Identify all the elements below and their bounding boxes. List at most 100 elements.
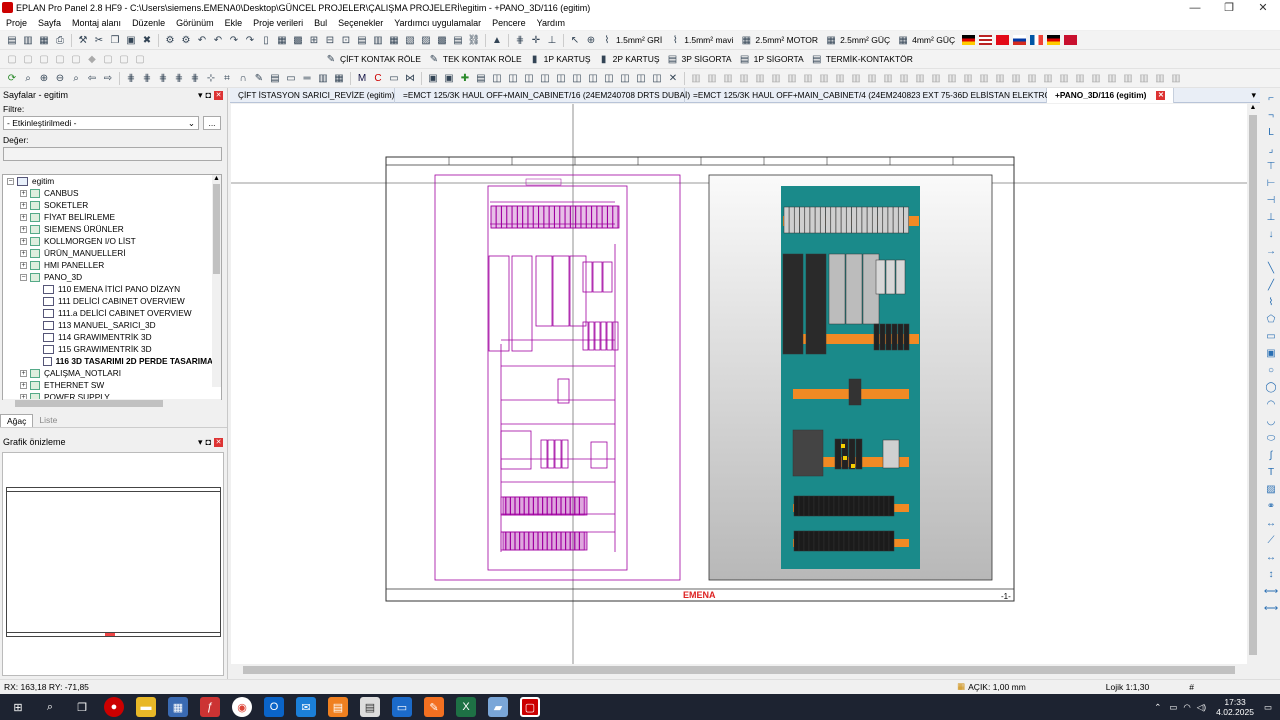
tag2-icon[interactable]: ◫ [506, 71, 520, 85]
flag-ru-icon[interactable] [1013, 35, 1027, 45]
close-project-icon[interactable]: ▦ [37, 33, 51, 47]
menu-bul[interactable]: Bul [314, 18, 327, 28]
remote-desktop-icon[interactable]: ▭ [392, 697, 412, 717]
dash-icon[interactable]: ═ [300, 71, 314, 85]
zoom-in-icon[interactable]: ⊕ [37, 71, 51, 85]
menu-duzenle[interactable]: Düzenle [132, 18, 165, 28]
magnet-icon[interactable]: ∩ [236, 71, 250, 85]
expand-icon[interactable]: + [20, 201, 27, 209]
collapse-icon[interactable]: − [7, 177, 14, 185]
expand-icon[interactable]: + [20, 189, 27, 197]
grid-status[interactable]: ▦ AÇIK: 1,00 mm [957, 681, 1026, 692]
settings-icon[interactable]: ⚙ [163, 33, 177, 47]
ellipse-icon[interactable]: ⬭ [1264, 431, 1278, 445]
doc-tab-pano-3d-116[interactable]: +PANO_3D/116 (egitim) ✕ [1047, 87, 1175, 103]
plug-icon[interactable]: ▨ [419, 33, 433, 47]
v-scroll-thumb[interactable] [1249, 115, 1257, 655]
zoom-out-icon[interactable]: ⊖ [53, 71, 67, 85]
tree-folder-item[interactable]: − egitim [3, 175, 221, 187]
undo-list-icon[interactable]: ↶ [211, 33, 225, 47]
tree-page-item[interactable]: 111 DELİCİ CABINET OVERVIEW [3, 295, 221, 307]
box-icon[interactable]: ▭ [284, 71, 298, 85]
menu-proje[interactable]: Proje [6, 18, 27, 28]
2p-kartus-button[interactable]: 2P KARTUŞ [613, 54, 660, 64]
tag12-icon[interactable]: ✕ [666, 71, 680, 85]
wire-type-guc-button[interactable]: 2.5mm² GÜÇ [840, 35, 890, 45]
cartridge-1p-icon[interactable]: ▮ [528, 52, 542, 66]
node-icon[interactable]: ⌗ [220, 71, 234, 85]
eplan-taskbar-icon[interactable]: ▢ [520, 697, 540, 717]
tag7-icon[interactable]: ◫ [586, 71, 600, 85]
diagonal-icon[interactable]: ╲ [1264, 261, 1278, 275]
close-button[interactable]: ✕ [1246, 1, 1280, 14]
wire-motor-icon[interactable]: ▦ [739, 33, 753, 47]
device-icon[interactable]: ▦ [387, 33, 401, 47]
window-a-icon[interactable]: ▣ [426, 71, 440, 85]
windows-start-icon[interactable]: ⊞ [8, 697, 28, 717]
poly-icon[interactable]: ⬠ [1264, 312, 1278, 326]
menu-sayfa[interactable]: Sayfa [38, 18, 61, 28]
t-junction-4-icon[interactable]: ⊥ [1264, 210, 1278, 224]
arc-icon[interactable]: ◠ [1264, 397, 1278, 411]
tree-horizontal-scrollbar[interactable] [3, 399, 221, 408]
tree-page-item[interactable]: 116 3D TASARIMI 2D PERDE TASARIMA D [3, 355, 221, 367]
tree-folder-item[interactable]: + ETHERNET SW [3, 379, 221, 391]
maximize-button[interactable]: ❐ [1212, 1, 1246, 14]
tab-agac[interactable]: Ağaç [0, 414, 34, 427]
pattern-icon[interactable]: ▥ [316, 71, 330, 85]
cable-icon[interactable]: ▩ [435, 33, 449, 47]
wire-type-motor-button[interactable]: 2.5mm² MOTOR [755, 35, 818, 45]
refresh-icon[interactable]: ⟳ [5, 71, 19, 85]
grid-d-icon[interactable]: ⋕ [172, 71, 186, 85]
zoom-page-icon[interactable]: ⊡ [339, 33, 353, 47]
grid-e-icon[interactable]: ⋕ [188, 71, 202, 85]
t-junction-2-icon[interactable]: ⊢ [1264, 176, 1278, 190]
undo-icon[interactable]: ↶ [195, 33, 209, 47]
spline-icon[interactable]: ∫ [1264, 448, 1278, 462]
t-junction-icon[interactable]: ⊤ [1264, 159, 1278, 173]
wire-type-4mm-guc-button[interactable]: 4mm² GÜÇ [912, 35, 955, 45]
tag4-icon[interactable]: ◫ [538, 71, 552, 85]
search-icon[interactable]: ⌕ [40, 697, 60, 717]
cartridge-2p-icon[interactable]: ▮ [597, 52, 611, 66]
arrow-down-icon[interactable]: ↓ [1264, 227, 1278, 241]
report-icon[interactable]: ▤ [451, 33, 465, 47]
c-icon[interactable]: C [371, 71, 385, 85]
relay-double-icon[interactable]: ✎ [324, 52, 338, 66]
drawing-canvas[interactable]: EMENA -1- [231, 104, 1247, 664]
arc-2-icon[interactable]: ◡ [1264, 414, 1278, 428]
tree-folder-item[interactable]: + KOLLMORGEN I/O LİST [3, 235, 221, 247]
hyperlink-icon[interactable]: ⚭ [1264, 499, 1278, 513]
copy-icon[interactable]: ❐ [108, 33, 122, 47]
clock[interactable]: 17:33 4.02.2025 [1216, 697, 1254, 717]
dt-icon[interactable]: ▤ [474, 71, 488, 85]
wire-blue-icon[interactable]: ⌇ [668, 33, 682, 47]
grid-a-icon[interactable]: ⋕ [124, 71, 138, 85]
wire-type-gri-button[interactable]: 1.5mm² GRİ [616, 35, 662, 45]
wrench-icon[interactable]: ⚙ [179, 33, 193, 47]
doc-tab-emct-elbistan[interactable]: =EMCT 125/3K HAUL OFF+MAIN_CABINET/4 (24… [685, 87, 1068, 103]
panel-menu-icon[interactable]: ▾ [198, 90, 203, 101]
pin-icon[interactable]: ◘ [206, 90, 211, 100]
grid-c-icon[interactable]: ⋕ [156, 71, 170, 85]
window-b-icon[interactable]: ▣ [442, 71, 456, 85]
app-document-icon[interactable]: ▤ [360, 697, 380, 717]
back-icon[interactable]: ⇦ [85, 71, 99, 85]
pen-icon[interactable]: ✎ [252, 71, 266, 85]
tree-folder-item[interactable]: + FİYAT BELİRLEME [3, 211, 221, 223]
zoom-all-icon[interactable]: ⊟ [323, 33, 337, 47]
wire-gray-icon[interactable]: ⌇ [600, 33, 614, 47]
h-scroll-thumb[interactable] [243, 666, 1235, 674]
cut-icon[interactable]: ✂ [92, 33, 106, 47]
panel-close-icon[interactable]: ✕ [214, 90, 223, 100]
tree-folder-item[interactable]: − PANO_3D [3, 271, 221, 283]
dimension-3-icon[interactable]: ↔ [1264, 550, 1278, 564]
snap-icon[interactable]: ⊹ [204, 71, 218, 85]
tag10-icon[interactable]: ◫ [634, 71, 648, 85]
layer-icon[interactable]: ▤ [268, 71, 282, 85]
wire-power-icon[interactable]: ▦ [824, 33, 838, 47]
tree-folder-item[interactable]: + SIEMENS ÜRÜNLER [3, 223, 221, 235]
dimension-5-icon[interactable]: ⟷ [1264, 584, 1278, 598]
t-junction-3-icon[interactable]: ⊣ [1264, 193, 1278, 207]
outlook-icon[interactable]: O [264, 697, 284, 717]
